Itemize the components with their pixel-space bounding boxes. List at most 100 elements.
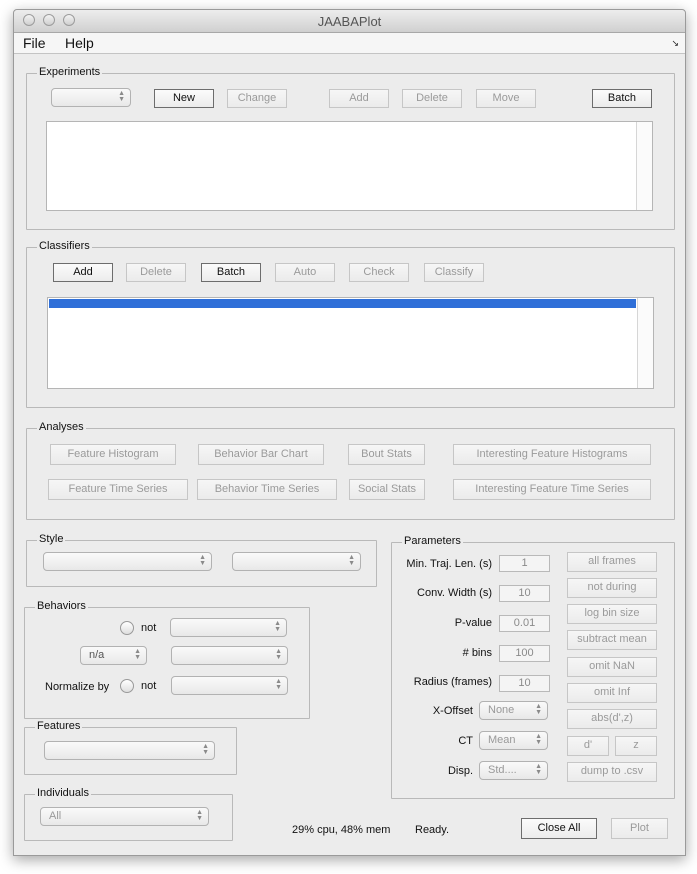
classifiers-selected-row[interactable] [49, 299, 636, 308]
normalize-by-label: Normalize by [45, 681, 110, 693]
disp-label: Disp. [447, 765, 473, 777]
chevron-updown-icon: ▲ ▼ [348, 554, 355, 567]
min-traj-len-field[interactable]: 1 [499, 555, 550, 572]
resize-corner-icon[interactable]: ↘ [671, 38, 679, 49]
nbins-field[interactable]: 100 [499, 645, 550, 662]
experiments-title: Experiments [37, 66, 103, 78]
normalize-select[interactable]: ▲ ▼ [171, 676, 288, 695]
individuals-select-value: All [49, 810, 62, 822]
social-stats-button[interactable]: Social Stats [349, 479, 425, 500]
ct-select-value: Mean [488, 734, 516, 746]
interesting-feature-histograms-button[interactable]: Interesting Feature Histograms [453, 444, 651, 465]
delete-classifier-button[interactable]: Delete [126, 263, 186, 282]
conv-width-label: Conv. Width (s) [417, 587, 492, 599]
behavior-select[interactable]: ▲ ▼ [170, 618, 287, 637]
chevron-updown-icon: ▲ ▼ [274, 620, 281, 633]
behaviors-title: Behaviors [35, 600, 88, 612]
disp-select[interactable]: Std.... ▲ ▼ [479, 761, 548, 780]
analyses-title: Analyses [37, 421, 86, 433]
experiments-select[interactable]: ▲ ▼ [51, 88, 131, 107]
features-select[interactable]: ▲ ▼ [44, 741, 215, 760]
chevron-updown-icon: ▲ ▼ [196, 809, 203, 822]
style-select-2[interactable]: ▲ ▼ [232, 552, 361, 571]
bout-stats-button[interactable]: Bout Stats [348, 444, 425, 465]
not-during-toggle[interactable]: not during [567, 578, 657, 598]
ct-select[interactable]: Mean ▲ ▼ [479, 731, 548, 750]
feature-time-series-button[interactable]: Feature Time Series [48, 479, 188, 500]
classifiers-panel: Classifiers Add Delete Batch Auto Check … [26, 240, 675, 408]
check-classifier-button[interactable]: Check [349, 263, 409, 282]
radius-field[interactable]: 10 [499, 675, 550, 692]
batch-experiment-button[interactable]: Batch [592, 89, 652, 108]
chevron-updown-icon: ▲ ▼ [535, 733, 542, 746]
behavior-logic-select[interactable]: n/a ▲ ▼ [80, 646, 147, 665]
log-bin-size-toggle[interactable]: log bin size [567, 604, 657, 624]
behavior-time-series-button[interactable]: Behavior Time Series [197, 479, 337, 500]
chevron-updown-icon: ▲ ▼ [118, 90, 125, 103]
behavior-not-radio[interactable] [120, 621, 134, 635]
classifiers-title: Classifiers [37, 240, 92, 252]
plot-button[interactable]: Plot [611, 818, 668, 839]
chevron-updown-icon: ▲ ▼ [275, 678, 282, 691]
experiments-list[interactable] [46, 121, 653, 211]
xoffset-select[interactable]: None ▲ ▼ [479, 701, 548, 720]
analyses-panel: Analyses Feature Histogram Behavior Bar … [26, 421, 675, 520]
individuals-select[interactable]: All ▲ ▼ [40, 807, 209, 826]
style-title: Style [37, 533, 66, 545]
z-toggle[interactable]: z [615, 736, 657, 756]
features-panel: Features ▲ ▼ [24, 720, 237, 775]
normalize-not-radio[interactable] [120, 679, 134, 693]
behavior-bar-chart-button[interactable]: Behavior Bar Chart [198, 444, 324, 465]
chevron-updown-icon: ▲ ▼ [535, 763, 542, 776]
main-window: JAABAPlot File Help ↘ Experiments ▲ ▼ New… [13, 9, 686, 856]
normalize-not-label: not [141, 680, 157, 692]
xoffset-label: X-Offset [432, 705, 473, 717]
title-bar: JAABAPlot [14, 10, 685, 33]
individuals-panel: Individuals All ▲ ▼ [24, 787, 233, 841]
nbins-label: # bins [462, 647, 492, 659]
features-title: Features [35, 720, 83, 732]
close-all-button[interactable]: Close All [521, 818, 597, 839]
feature-histogram-button[interactable]: Feature Histogram [50, 444, 176, 465]
experiments-panel: Experiments ▲ ▼ New Change Add Delete Mov… [26, 66, 675, 230]
chevron-updown-icon: ▲ ▼ [134, 648, 141, 661]
behavior-not-label: not [141, 622, 157, 634]
interesting-feature-time-series-button[interactable]: Interesting Feature Time Series [453, 479, 651, 500]
omit-nan-toggle[interactable]: omit NaN [567, 657, 657, 677]
dprime-toggle[interactable]: d' [567, 736, 609, 756]
style-select-1[interactable]: ▲ ▼ [43, 552, 212, 571]
batch-classifier-button[interactable]: Batch [201, 263, 261, 282]
auto-classifier-button[interactable]: Auto [275, 263, 335, 282]
add-classifier-button[interactable]: Add [53, 263, 113, 282]
classifiers-list[interactable] [47, 297, 654, 389]
delete-experiment-button[interactable]: Delete [402, 89, 462, 108]
change-experiment-button[interactable]: Change [227, 89, 287, 108]
behaviors-panel: Behaviors not ▲ ▼ n/a ▲ ▼ ▲ ▼ Normalize by … [24, 600, 310, 719]
new-experiment-button[interactable]: New [154, 89, 214, 108]
chevron-updown-icon: ▲ ▼ [275, 648, 282, 661]
subtract-mean-toggle[interactable]: subtract mean [567, 630, 657, 650]
ct-label: CT [458, 735, 473, 747]
move-experiment-button[interactable]: Move [476, 89, 536, 108]
chevron-updown-icon: ▲ ▼ [535, 703, 542, 716]
behavior-logic-value: n/a [89, 649, 105, 661]
all-frames-toggle[interactable]: all frames [567, 552, 657, 572]
chevron-updown-icon: ▲ ▼ [199, 554, 206, 567]
classify-button[interactable]: Classify [424, 263, 484, 282]
pvalue-field[interactable]: 0.01 [499, 615, 550, 632]
individuals-title: Individuals [35, 787, 91, 799]
add-experiment-button[interactable]: Add [329, 89, 389, 108]
omit-inf-toggle[interactable]: omit Inf [567, 683, 657, 703]
radius-label: Radius (frames) [413, 676, 492, 688]
parameters-title: Parameters [402, 535, 463, 547]
menu-help[interactable]: Help [65, 35, 94, 51]
experiments-scrollbar[interactable] [636, 122, 652, 210]
menu-bar: File Help ↘ [14, 33, 685, 54]
abs-dprime-toggle[interactable]: abs(d',z) [567, 709, 657, 729]
behavior-select-2[interactable]: ▲ ▼ [171, 646, 288, 665]
dump-csv-button[interactable]: dump to .csv [567, 762, 657, 782]
pvalue-label: P-value [454, 617, 492, 629]
conv-width-field[interactable]: 10 [499, 585, 550, 602]
menu-file[interactable]: File [23, 35, 46, 51]
classifiers-scrollbar[interactable] [637, 298, 653, 388]
